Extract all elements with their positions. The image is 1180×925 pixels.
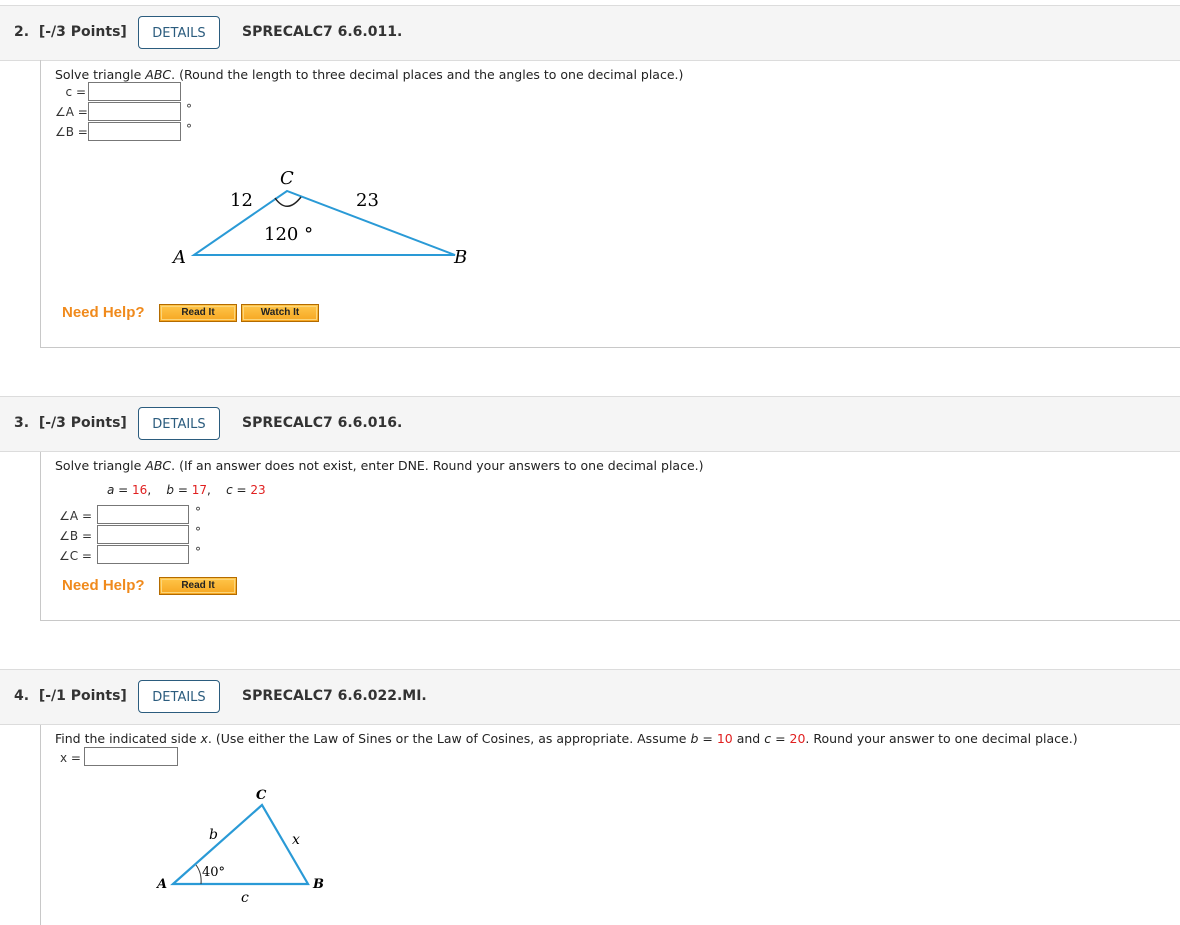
given-value: 10 bbox=[716, 731, 733, 746]
details-button[interactable]: DETAILS bbox=[138, 16, 220, 49]
degree-symbol: ° bbox=[195, 545, 201, 559]
need-help-label: Need Help? bbox=[62, 577, 145, 594]
angle-arc bbox=[274, 196, 302, 207]
side-label-c: c bbox=[241, 890, 249, 906]
read-it-label: Read It bbox=[161, 306, 235, 320]
angle-b-input[interactable] bbox=[97, 525, 189, 544]
details-button[interactable]: DETAILS bbox=[138, 680, 220, 713]
watch-it-button[interactable]: Watch It bbox=[241, 304, 319, 322]
angle-a-input[interactable] bbox=[97, 505, 189, 524]
side-label-b: b bbox=[209, 827, 218, 843]
angle-c-label: ∠C = bbox=[58, 549, 92, 563]
prompt-text: Find the indicated side bbox=[55, 731, 201, 746]
question-points: [-/1 Points] bbox=[38, 688, 127, 704]
c-input[interactable] bbox=[88, 82, 181, 101]
angle-b-label: ∠B = bbox=[55, 125, 88, 139]
question-4-header: 4. [-/1 Points] DETAILS SPRECALC7 6.6.02… bbox=[0, 669, 1180, 725]
prompt-var: ABC bbox=[145, 458, 172, 473]
given-sep: , bbox=[207, 483, 211, 497]
side-label-ac: 12 bbox=[230, 190, 253, 211]
degree-symbol: ° bbox=[195, 525, 201, 539]
question-number: 4. bbox=[14, 688, 30, 704]
given-value: 23 bbox=[250, 483, 266, 497]
given-sep: , bbox=[147, 483, 152, 497]
question-4-prompt: Find the indicated side x. (Use either t… bbox=[55, 731, 1078, 746]
angle-a-label: ∠A = bbox=[55, 105, 88, 119]
degree-symbol: ° bbox=[186, 122, 192, 136]
vertex-label-b: B bbox=[312, 877, 324, 892]
question-number: 3. bbox=[14, 415, 30, 431]
prompt-var: ABC bbox=[145, 67, 172, 82]
angle-b-label: ∠B = bbox=[59, 529, 92, 543]
angle-arc bbox=[195, 864, 202, 885]
question-3-panel bbox=[40, 452, 1180, 621]
read-it-button[interactable]: Read It bbox=[159, 304, 237, 322]
prompt-text: . (Use either the Law of Sines or the La… bbox=[207, 731, 691, 746]
question-code: SPRECALC7 6.6.022.MI. bbox=[242, 688, 427, 704]
side-label-cb: 23 bbox=[356, 190, 379, 211]
given-var: c bbox=[226, 483, 233, 497]
prompt-text: Solve triangle bbox=[55, 67, 146, 82]
vertex-label-a: A bbox=[171, 247, 186, 268]
triangle-shape bbox=[170, 803, 310, 886]
given-eq: = bbox=[114, 483, 133, 497]
question-code: SPRECALC7 6.6.016. bbox=[242, 415, 403, 431]
watch-it-label: Watch It bbox=[243, 306, 317, 320]
vertex-label-a: A bbox=[155, 877, 167, 892]
question-points: [-/3 Points] bbox=[38, 415, 127, 431]
x-input[interactable] bbox=[84, 747, 178, 766]
prompt-text: . (If an answer does not exist, enter DN… bbox=[171, 458, 704, 473]
given-values: a = 16, b = 17, c = 23 bbox=[107, 483, 266, 497]
prompt-text: and bbox=[732, 731, 765, 746]
angle-a-input[interactable] bbox=[88, 102, 181, 121]
given-value: 17 bbox=[191, 483, 208, 497]
vertex-label-c: C bbox=[280, 168, 294, 189]
angle-label-a: 40° bbox=[202, 865, 225, 880]
question-code: SPRECALC7 6.6.011. bbox=[242, 24, 403, 40]
given-var: b bbox=[166, 483, 175, 497]
side-label-x: x bbox=[292, 832, 300, 848]
question-3-header: 3. [-/3 Points] DETAILS SPRECALC7 6.6.01… bbox=[0, 396, 1180, 452]
given-value: 16 bbox=[132, 483, 148, 497]
question-3-number: 3. [-/3 Points] bbox=[14, 415, 127, 431]
need-help-label: Need Help? bbox=[62, 304, 145, 321]
prompt-var: x bbox=[200, 731, 208, 746]
question-4-number: 4. [-/1 Points] bbox=[14, 688, 127, 704]
vertex-label-c: C bbox=[256, 788, 267, 803]
angle-b-input[interactable] bbox=[88, 122, 181, 141]
degree-symbol: ° bbox=[195, 505, 201, 519]
prompt-text: = bbox=[698, 731, 717, 746]
question-2-prompt: Solve triangle ABC. (Round the length to… bbox=[55, 67, 683, 82]
prompt-text: Solve triangle bbox=[55, 458, 146, 473]
x-label: x = bbox=[60, 751, 81, 765]
given-value: 20 bbox=[789, 731, 806, 746]
question-points: [-/3 Points] bbox=[38, 24, 127, 40]
read-it-label: Read It bbox=[161, 579, 235, 593]
triangle-figure-q2: C A B 12 23 120 ° bbox=[171, 168, 467, 268]
prompt-text: = bbox=[771, 731, 790, 746]
angle-a-label: ∠A = bbox=[59, 509, 92, 523]
question-3-prompt: Solve triangle ABC. (If an answer does n… bbox=[55, 458, 704, 473]
question-2-number: 2. [-/3 Points] bbox=[14, 24, 127, 40]
angle-c-input[interactable] bbox=[97, 545, 189, 564]
angle-label-c: 120 ° bbox=[264, 224, 313, 245]
prompt-text: . Round your answer to one decimal place… bbox=[805, 731, 1078, 746]
question-number: 2. bbox=[14, 24, 30, 40]
details-button[interactable]: DETAILS bbox=[138, 407, 220, 440]
c-label: c = bbox=[65, 85, 86, 99]
triangle-figure-q4: C A B b x c 40° bbox=[155, 788, 324, 906]
read-it-button[interactable]: Read It bbox=[159, 577, 237, 595]
prompt-text: . (Round the length to three decimal pla… bbox=[171, 67, 684, 82]
given-eq: = bbox=[174, 483, 192, 497]
degree-symbol: ° bbox=[186, 102, 192, 116]
given-eq: = bbox=[232, 483, 251, 497]
vertex-label-b: B bbox=[453, 247, 467, 268]
question-2-header: 2. [-/3 Points] DETAILS SPRECALC7 6.6.01… bbox=[0, 5, 1180, 61]
